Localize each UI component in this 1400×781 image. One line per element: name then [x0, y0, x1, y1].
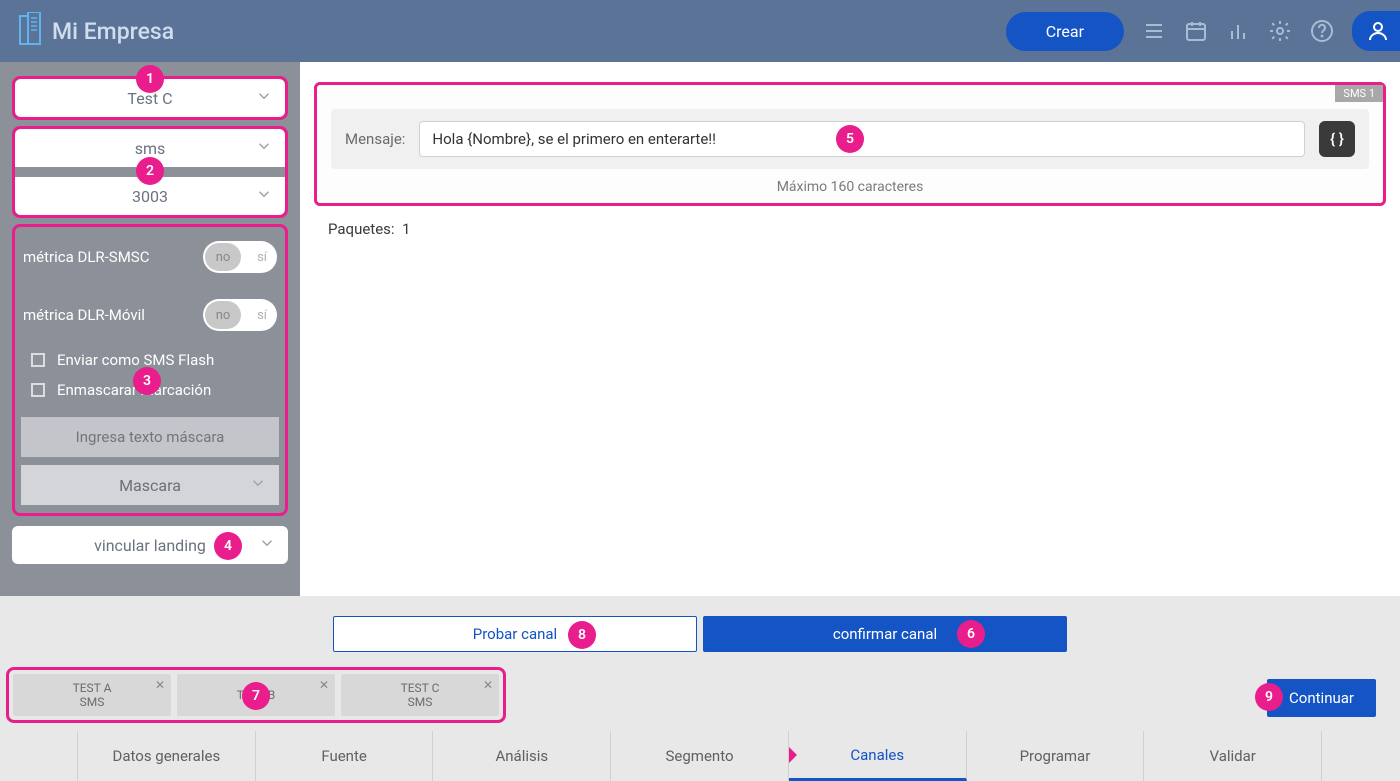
- metric-movil-label: métrica DLR-Móvil: [23, 306, 145, 324]
- metric-movil-row: métrica DLR-Móvil no sí: [21, 293, 279, 337]
- metric-smsc-label: métrica DLR-SMSC: [23, 248, 149, 266]
- brace-icon: { }: [1330, 130, 1344, 148]
- app-header: Mi Empresa Crear: [0, 0, 1400, 62]
- toggle-si-label: sí: [257, 250, 267, 265]
- step-analisis[interactable]: Análisis: [433, 731, 611, 781]
- step-spacer: [0, 731, 78, 781]
- step-canales[interactable]: Canales: [789, 731, 967, 781]
- link-landing-group: vincular landing 4: [12, 526, 288, 564]
- continue-label: Continuar: [1289, 689, 1354, 707]
- close-icon[interactable]: ✕: [483, 678, 493, 692]
- calendar-icon[interactable]: [1184, 19, 1208, 43]
- chevron-down-icon: [255, 87, 273, 109]
- chevron-down-icon: [255, 137, 273, 159]
- sms-badge: SMS 1: [1335, 85, 1383, 102]
- insert-variable-button[interactable]: { }: [1319, 121, 1355, 157]
- annotation-2: 2: [136, 157, 164, 185]
- test-select-group: 1 Test C: [12, 76, 288, 120]
- message-panel: SMS 1 Mensaje: 5 { } Máximo 160 caracter…: [314, 82, 1386, 206]
- gear-icon[interactable]: [1268, 19, 1292, 43]
- test-channel-button[interactable]: Probar canal 8: [333, 616, 697, 652]
- step-spacer: [1322, 731, 1400, 781]
- company-name: Mi Empresa: [52, 18, 174, 45]
- annotation-5: 5: [836, 125, 864, 153]
- create-button[interactable]: Crear: [1006, 12, 1124, 51]
- toggle-si-label: sí: [257, 308, 267, 323]
- tab-test-b[interactable]: ✕ TEST B 7: [177, 674, 335, 716]
- tab-name: TEST C: [401, 681, 440, 695]
- building-icon: [18, 12, 42, 50]
- close-icon[interactable]: ✕: [319, 678, 329, 692]
- chevron-down-icon: [255, 185, 273, 207]
- flash-checkbox-label: Enviar como SMS Flash: [57, 351, 214, 369]
- action-buttons: Probar canal 8 confirmar canal 6: [0, 596, 1400, 652]
- channel-tabs: ✕ TEST A SMS ✕ TEST B 7 ✕ TEST C SMS: [6, 667, 506, 723]
- confirm-channel-button[interactable]: confirmar canal 6: [703, 616, 1067, 652]
- step-datos-generales[interactable]: Datos generales: [78, 731, 256, 781]
- number-select-value: 3003: [132, 187, 168, 206]
- metric-smsc-toggle[interactable]: no sí: [203, 241, 277, 273]
- packets-count: 1: [402, 220, 410, 238]
- max-chars-label: Máximo 160 caracteres: [331, 179, 1369, 195]
- help-icon[interactable]: [1310, 19, 1334, 43]
- main-content: 1 Test C sms 2 3003 métrica DLR-SMSC n: [0, 62, 1400, 596]
- sidebar: 1 Test C sms 2 3003 métrica DLR-SMSC n: [0, 62, 300, 596]
- step-segmento[interactable]: Segmento: [611, 731, 789, 781]
- packets-label: Paquetes:: [328, 220, 395, 238]
- user-badge[interactable]: [1352, 11, 1400, 51]
- step-fuente[interactable]: Fuente: [256, 731, 434, 781]
- chevron-down-icon: [258, 534, 276, 556]
- link-landing-select[interactable]: vincular landing: [12, 526, 288, 564]
- annotation-6: 6: [957, 620, 985, 648]
- metrics-group: métrica DLR-SMSC no sí métrica DLR-Móvil…: [12, 224, 288, 516]
- channel-select-value: sms: [135, 139, 166, 158]
- continue-button[interactable]: 9 Continuar: [1267, 679, 1376, 717]
- confirm-channel-label: confirmar canal: [833, 625, 937, 643]
- mask-input[interactable]: [21, 417, 279, 457]
- toggle-knob: no: [205, 243, 241, 271]
- chart-icon[interactable]: [1226, 19, 1250, 43]
- mask-select[interactable]: Mascara: [21, 465, 279, 505]
- bottom-section: Probar canal 8 confirmar canal 6 ✕ TEST …: [0, 596, 1400, 781]
- close-icon[interactable]: ✕: [155, 678, 165, 692]
- toggle-knob: no: [205, 301, 241, 329]
- tab-name: TEST A: [73, 681, 112, 695]
- step-validar[interactable]: Validar: [1144, 731, 1322, 781]
- flash-checkbox[interactable]: [31, 353, 45, 367]
- annotation-1: 1: [136, 65, 164, 93]
- tab-type: SMS: [408, 695, 433, 709]
- mask-select-value: Mascara: [119, 476, 181, 495]
- message-label: Mensaje:: [345, 130, 405, 148]
- annotation-8: 8: [568, 621, 596, 649]
- link-landing-value: vincular landing: [94, 536, 206, 555]
- logo-area: Mi Empresa: [18, 12, 174, 50]
- annotation-7: 7: [242, 682, 270, 710]
- packets-info: Paquetes: 1: [328, 220, 1386, 238]
- step-programar[interactable]: Programar: [967, 731, 1145, 781]
- annotation-3: 3: [133, 367, 161, 395]
- tab-type: SMS: [80, 695, 105, 709]
- tab-test-a[interactable]: ✕ TEST A SMS: [13, 674, 171, 716]
- header-actions: Crear: [1006, 11, 1392, 51]
- message-row: Mensaje: 5 { }: [331, 109, 1369, 169]
- metric-smsc-row: métrica DLR-SMSC no sí: [21, 235, 279, 279]
- content-area: SMS 1 Mensaje: 5 { } Máximo 160 caracter…: [300, 62, 1400, 596]
- flash-checkbox-row: Enviar como SMS Flash: [21, 351, 279, 369]
- annotation-4: 4: [214, 532, 242, 560]
- channel-select-group: sms 2 3003: [12, 126, 288, 218]
- metric-movil-toggle[interactable]: no sí: [203, 299, 277, 331]
- chevron-down-icon: [249, 474, 267, 496]
- annotation-9: 9: [1255, 683, 1283, 711]
- wizard-steps: Datos generales Fuente Análisis Segmento…: [0, 731, 1400, 781]
- mask-checkbox[interactable]: [31, 383, 45, 397]
- list-icon[interactable]: [1142, 19, 1166, 43]
- test-channel-label: Probar canal: [473, 625, 557, 643]
- tab-test-c[interactable]: ✕ TEST C SMS: [341, 674, 499, 716]
